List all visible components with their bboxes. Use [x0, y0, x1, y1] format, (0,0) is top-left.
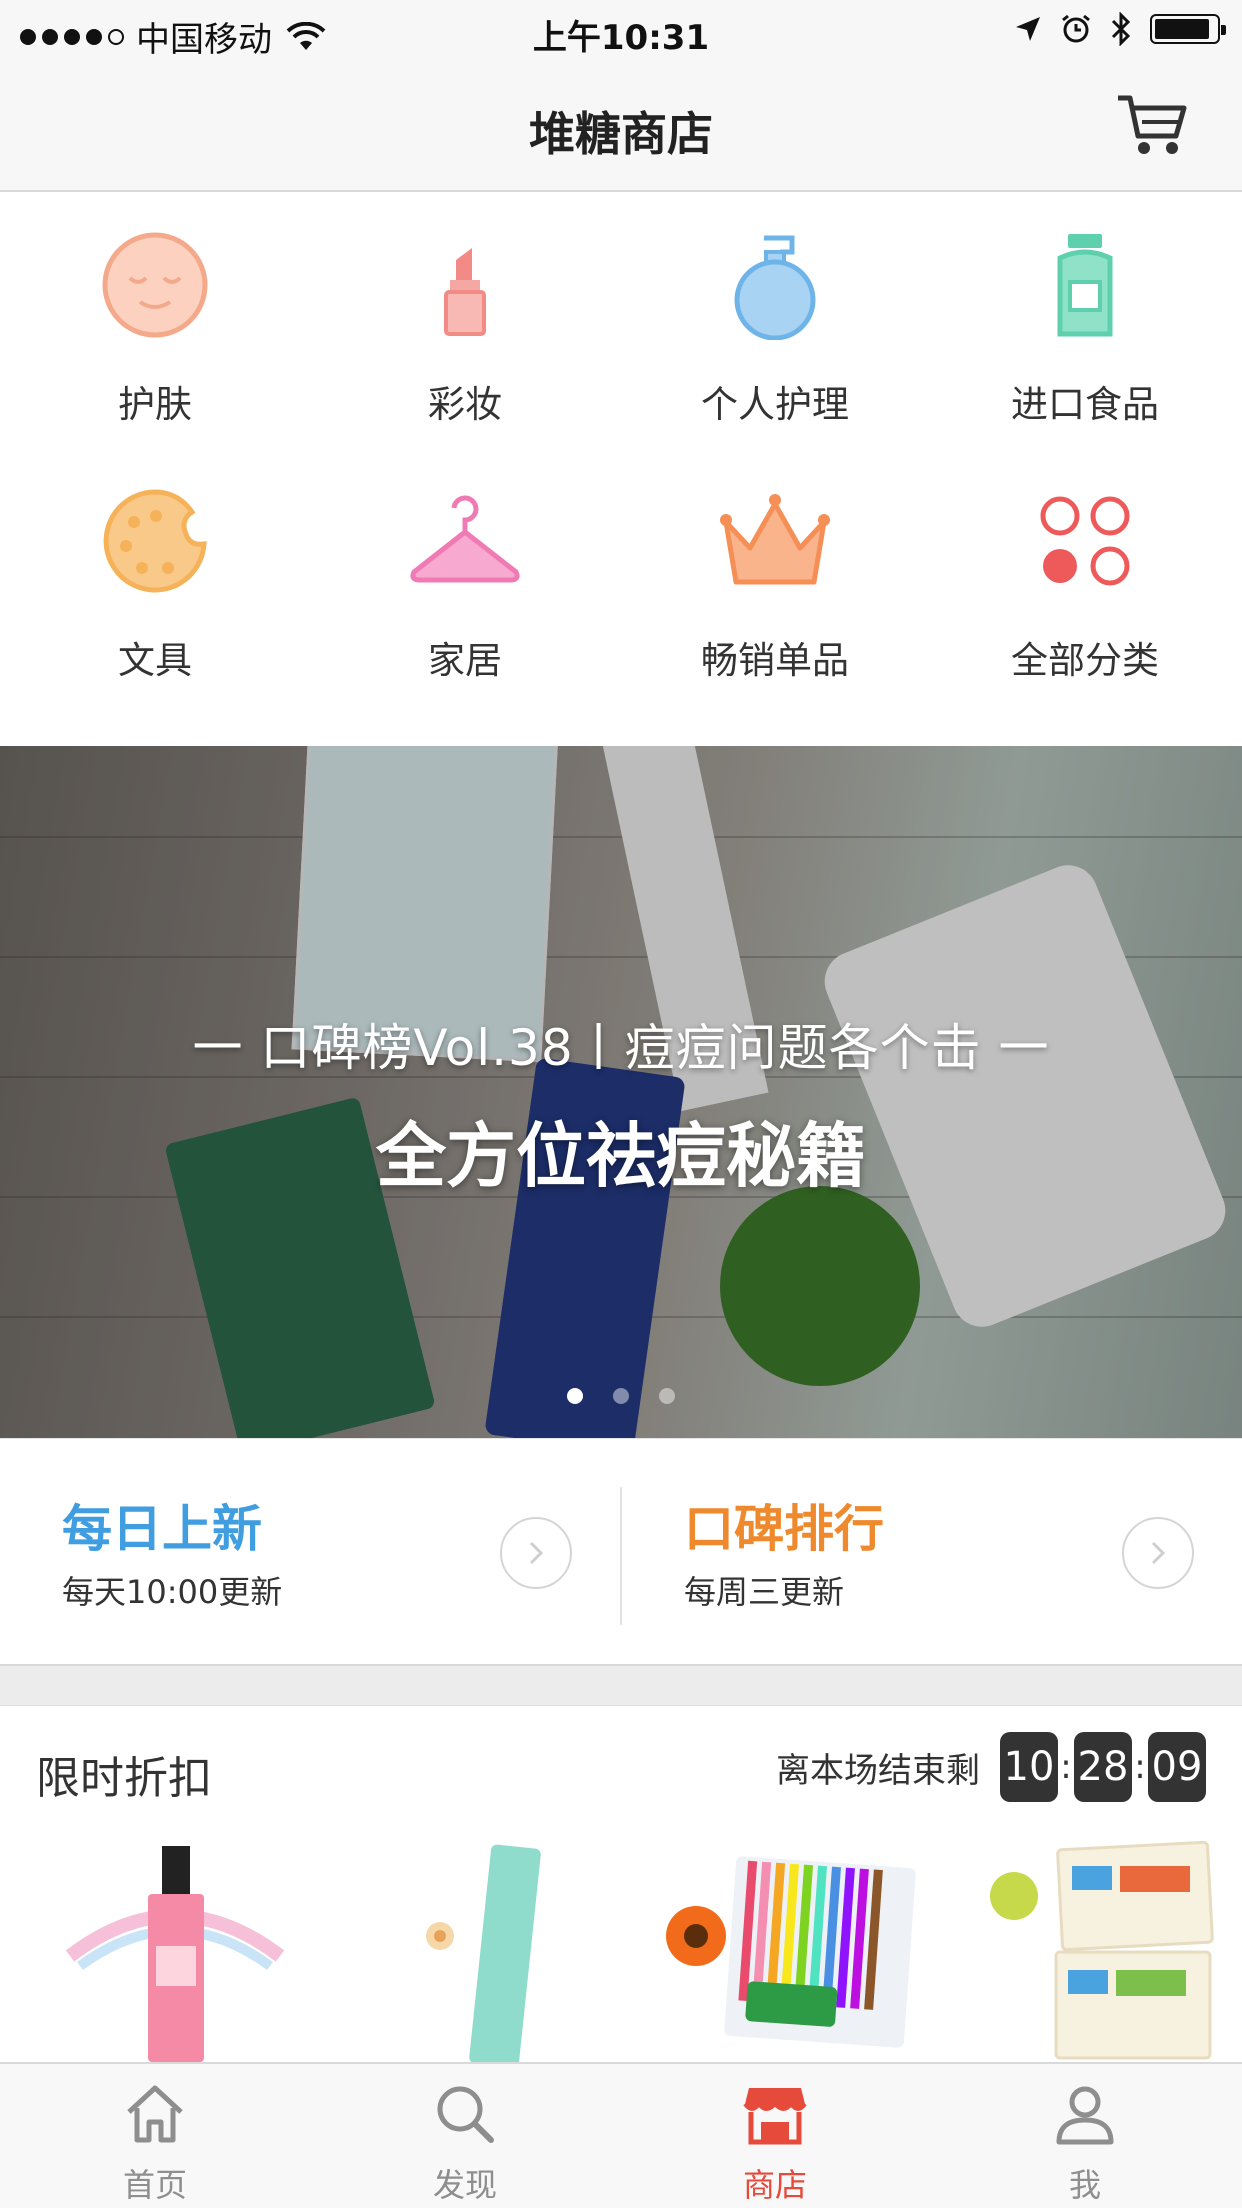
home-icon — [127, 2085, 183, 2143]
countdown-separator: : — [1060, 1747, 1072, 1787]
lipstick-icon — [444, 248, 486, 336]
tab-discover[interactable]: 发现 — [310, 2064, 620, 2208]
product-image — [65, 1846, 285, 2062]
category-label: 护肤 — [118, 383, 192, 426]
category-personal-care[interactable]: 个人护理 — [620, 194, 930, 434]
ranking-card[interactable]: 口碑排行 每周三更新 — [622, 1439, 1242, 1665]
cart-icon[interactable] — [1114, 90, 1190, 160]
tab-me[interactable]: 我 — [930, 2064, 1240, 2208]
category-label: 个人护理 — [701, 383, 849, 426]
flash-sale-title: 限时折扣 — [36, 1753, 212, 1804]
feature-subtitle: 每周三更新 — [684, 1573, 845, 1611]
tab-home[interactable]: 首页 — [0, 2064, 310, 2208]
category-all[interactable]: 全部分类 — [930, 450, 1240, 690]
food-jar-icon — [1057, 234, 1113, 337]
location-arrow-icon — [1016, 17, 1040, 41]
status-bar: 中国移动 上午10:31 — [0, 0, 1242, 60]
tab-store[interactable]: 商店 — [620, 2064, 930, 2208]
bluetooth-icon — [1111, 12, 1131, 46]
perfume-bottle-icon — [734, 235, 816, 340]
pager-dot[interactable] — [613, 1388, 629, 1404]
feature-row: 每日上新 每天10:00更新 口碑排行 每周三更新 — [0, 1438, 1242, 1666]
flash-sale-section: 限时折扣 离本场结束剩 10 : 28 : 09 — [0, 1706, 1242, 2068]
category-label: 文具 — [118, 639, 192, 682]
banner-pager[interactable] — [0, 1388, 1242, 1404]
promo-banner[interactable]: 一 口碑榜Vol.38丨痘痘问题各个击 一 全方位祛痘秘籍 — [0, 746, 1242, 1438]
grid-circles-icon — [1040, 496, 1130, 586]
banner-title: 全方位祛痘秘籍 — [376, 1115, 866, 1197]
sale-item[interactable] — [960, 1836, 1242, 2062]
palette-icon — [103, 489, 207, 593]
chevron-right-icon[interactable] — [1122, 1517, 1194, 1589]
countdown-separator: : — [1134, 1747, 1146, 1787]
category-label: 家居 — [428, 639, 502, 682]
category-label: 进口食品 — [1011, 383, 1159, 426]
chevron-right-icon[interactable] — [500, 1517, 572, 1589]
category-label: 全部分类 — [1011, 639, 1159, 682]
status-right — [1014, 12, 1226, 46]
category-makeup[interactable]: 彩妆 — [310, 194, 620, 434]
feature-title: 每日上新 — [62, 1500, 262, 1558]
tab-label: 首页 — [122, 2166, 187, 2204]
flash-sale-items — [0, 1836, 1242, 2068]
tab-label: 商店 — [742, 2166, 807, 2204]
store-icon — [743, 2088, 807, 2145]
sale-item[interactable] — [650, 1836, 940, 2062]
category-grid: 护肤 彩妆 个人护理 进口食品 文具 家居 畅销单品 全部分类 — [0, 194, 1242, 746]
banner-subtitle: 一 口碑榜Vol.38丨痘痘问题各个击 一 — [192, 1019, 1050, 1077]
category-home[interactable]: 家居 — [310, 450, 620, 690]
battery-icon — [1150, 14, 1226, 44]
pager-dot[interactable] — [659, 1388, 675, 1404]
product-image — [426, 1844, 541, 2068]
category-stationery[interactable]: 文具 — [0, 450, 310, 690]
alarm-icon — [1062, 14, 1090, 43]
feature-subtitle: 每天10:00更新 — [62, 1573, 283, 1611]
crown-icon — [720, 494, 830, 585]
countdown-minutes: 28 — [1074, 1732, 1132, 1802]
countdown-seconds: 09 — [1148, 1732, 1206, 1802]
category-label: 畅销单品 — [701, 639, 849, 682]
countdown-label: 离本场结束剩 — [776, 1750, 980, 1791]
face-icon — [102, 232, 208, 338]
hanger-icon — [410, 495, 520, 583]
daily-new-card[interactable]: 每日上新 每天10:00更新 — [0, 1439, 620, 1665]
countdown: 离本场结束剩 10 : 28 : 09 — [776, 1732, 1206, 1802]
user-icon — [1056, 2086, 1114, 2145]
nav-bar: 堆糖商店 — [0, 60, 1242, 192]
countdown-hours: 10 — [1000, 1732, 1058, 1802]
category-skincare[interactable]: 护肤 — [0, 194, 310, 434]
tab-label: 发现 — [432, 2166, 497, 2204]
search-icon — [437, 2086, 494, 2143]
tab-label: 我 — [1068, 2166, 1101, 2204]
feature-title: 口碑排行 — [684, 1500, 884, 1558]
product-image — [990, 1840, 1214, 2060]
page-title: 堆糖商店 — [529, 107, 713, 161]
category-bestsellers[interactable]: 畅销单品 — [620, 450, 930, 690]
tab-bar: 首页 发现 商店 我 — [0, 2062, 1242, 2208]
sale-item[interactable] — [30, 1836, 320, 2062]
category-imported-food[interactable]: 进口食品 — [930, 194, 1240, 434]
category-label: 彩妆 — [428, 383, 502, 426]
product-image — [666, 1856, 916, 2048]
sale-item[interactable] — [340, 1836, 630, 2068]
section-separator — [0, 1666, 1242, 1706]
pager-dot[interactable] — [567, 1388, 583, 1404]
